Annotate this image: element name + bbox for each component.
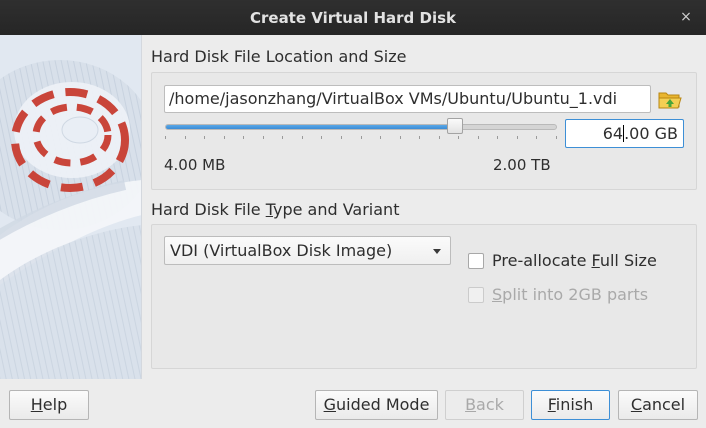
slider-tick — [400, 136, 401, 139]
disk-illustration-icon — [0, 35, 141, 379]
button-bar: Help Guided Mode Back Finish Cancel — [0, 379, 706, 428]
preallocate-checkbox-row[interactable]: Pre-allocate Full Size — [468, 251, 657, 270]
preallocate-label: Pre-allocate Full Size — [492, 251, 657, 270]
size-slider-track[interactable] — [165, 124, 557, 130]
folder-open-icon[interactable] — [657, 87, 683, 111]
guided-mode-button[interactable]: Guided Mode — [315, 390, 438, 420]
slider-max-label: 2.00 TB — [493, 156, 551, 174]
slider-tick — [556, 136, 557, 139]
disk-format-selected: VDI (VirtualBox Disk Image) — [170, 241, 393, 260]
disk-size-value-int: 64 — [602, 124, 624, 143]
slider-tick — [478, 136, 479, 139]
size-slider-handle[interactable] — [447, 118, 464, 134]
slider-tick — [302, 136, 303, 139]
disk-size-input[interactable]: 64.00 GB — [565, 119, 684, 148]
close-icon[interactable]: × — [678, 9, 694, 25]
location-section-title: Hard Disk File Location and Size — [151, 47, 407, 66]
slider-tick — [204, 136, 205, 139]
help-button[interactable]: Help — [9, 390, 89, 420]
back-button: Back — [445, 390, 524, 420]
slider-tick — [497, 136, 498, 139]
slider-tick — [439, 136, 440, 139]
slider-tick — [341, 136, 342, 139]
dialog-content: Hard Disk File Location and Size /home/j… — [142, 35, 706, 379]
split-label: Split into 2GB parts — [492, 285, 649, 304]
slider-tick — [419, 136, 420, 139]
slider-tick — [282, 136, 283, 139]
slider-tick — [263, 136, 264, 139]
slider-tick — [185, 136, 186, 139]
size-slider-fill — [166, 125, 455, 129]
slider-tick — [361, 136, 362, 139]
slider-tick — [165, 136, 166, 139]
slider-min-label: 4.00 MB — [164, 156, 226, 174]
window-title: Create Virtual Hard Disk — [249, 8, 456, 27]
slider-tick — [224, 136, 225, 139]
chevron-down-icon — [433, 249, 441, 254]
slider-tick — [458, 136, 459, 139]
slider-tick — [517, 136, 518, 139]
slider-tick — [380, 136, 381, 139]
preallocate-checkbox[interactable] — [468, 252, 484, 269]
slider-tick — [321, 136, 322, 139]
title-bar: Create Virtual Hard Disk × — [0, 0, 706, 35]
wizard-side-art — [0, 35, 142, 379]
cancel-button[interactable]: Cancel — [618, 390, 698, 420]
size-slider-ticks — [165, 136, 557, 140]
type-section-title: Hard Disk File Type and Variant — [151, 200, 400, 219]
disk-format-select[interactable]: VDI (VirtualBox Disk Image) — [164, 236, 451, 265]
slider-tick — [536, 136, 537, 139]
file-path-input[interactable]: /home/jasonzhang/VirtualBox VMs/Ubuntu/U… — [164, 85, 651, 113]
disk-size-value-rest: .00 GB — [624, 124, 678, 143]
split-checkbox-row: Split into 2GB parts — [468, 285, 648, 304]
slider-tick — [243, 136, 244, 139]
finish-button[interactable]: Finish — [531, 390, 610, 420]
split-checkbox — [468, 286, 484, 303]
